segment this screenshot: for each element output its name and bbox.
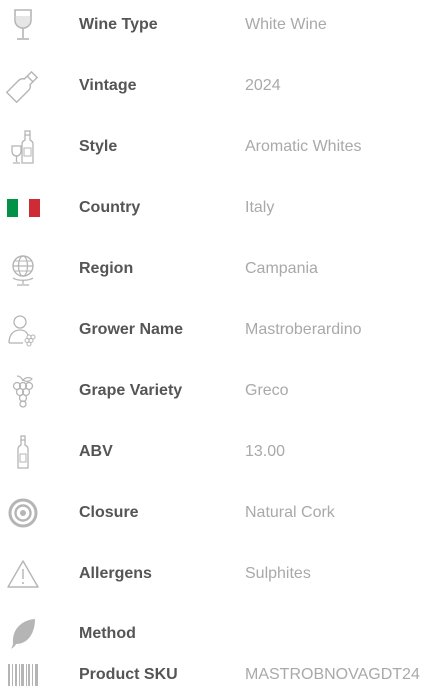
- target-icon: [0, 493, 46, 533]
- spec-value: MASTROBNOVAGDT24: [245, 666, 420, 683]
- globe-icon: [0, 249, 46, 289]
- bottle-and-glass-icon: [0, 127, 46, 167]
- spec-row-region: Region Campania: [0, 249, 447, 289]
- barcode-icon: [0, 655, 46, 695]
- spec-value: Natural Cork: [245, 504, 335, 521]
- spec-value: White Wine: [245, 16, 327, 33]
- warning-icon: [0, 554, 46, 594]
- spec-row-wine-type: Wine Type White Wine: [0, 5, 447, 45]
- spec-row-grower-name: Grower Name Mastroberardino: [0, 310, 447, 350]
- spec-row-grape-variety: Grape Variety Greco: [0, 371, 447, 411]
- spec-row-abv: ABV 13.00: [0, 432, 447, 472]
- grower-icon: [0, 310, 46, 350]
- spec-row-style: Style Aromatic Whites: [0, 127, 447, 167]
- spec-row-method: Method: [0, 614, 447, 654]
- wine-glass-icon: [0, 5, 46, 45]
- spec-label: Style: [79, 138, 118, 155]
- spec-row-allergens: Allergens Sulphites: [0, 554, 447, 594]
- italy-flag-icon: [0, 188, 46, 228]
- spec-label: Country: [79, 199, 141, 216]
- bottle-icon: [0, 66, 46, 106]
- grapes-icon: [0, 371, 46, 411]
- leaf-icon: [0, 614, 46, 654]
- spec-row-closure: Closure Natural Cork: [0, 493, 447, 533]
- spec-label: Region: [79, 260, 134, 277]
- spec-value: Mastroberardino: [245, 321, 362, 338]
- spec-label: Wine Type: [79, 16, 158, 33]
- spec-value: 13.00: [245, 443, 286, 460]
- spec-label: Method: [79, 625, 136, 642]
- spec-value: Sulphites: [245, 565, 311, 582]
- spec-value: Aromatic Whites: [245, 138, 362, 155]
- spec-label: Vintage: [79, 77, 137, 94]
- spec-label: Closure: [79, 504, 139, 521]
- wine-specs-list: Wine Type White Wine Vintage 2024 Style …: [0, 0, 447, 700]
- spec-row-vintage: Vintage 2024: [0, 66, 447, 106]
- spec-value: Italy: [245, 199, 275, 216]
- spec-row-product-sku: Product SKU MASTROBNOVAGDT24: [0, 655, 447, 695]
- spec-label: Allergens: [79, 565, 152, 582]
- spec-value: Greco: [245, 382, 289, 399]
- spec-value: 2024: [245, 77, 281, 94]
- spec-label: Product SKU: [79, 666, 178, 683]
- small-bottle-icon: [0, 432, 46, 472]
- spec-value: Campania: [245, 260, 318, 277]
- spec-label: Grape Variety: [79, 382, 183, 399]
- spec-label: ABV: [79, 443, 113, 460]
- spec-row-country: Country Italy: [0, 188, 447, 228]
- spec-label: Grower Name: [79, 321, 184, 338]
